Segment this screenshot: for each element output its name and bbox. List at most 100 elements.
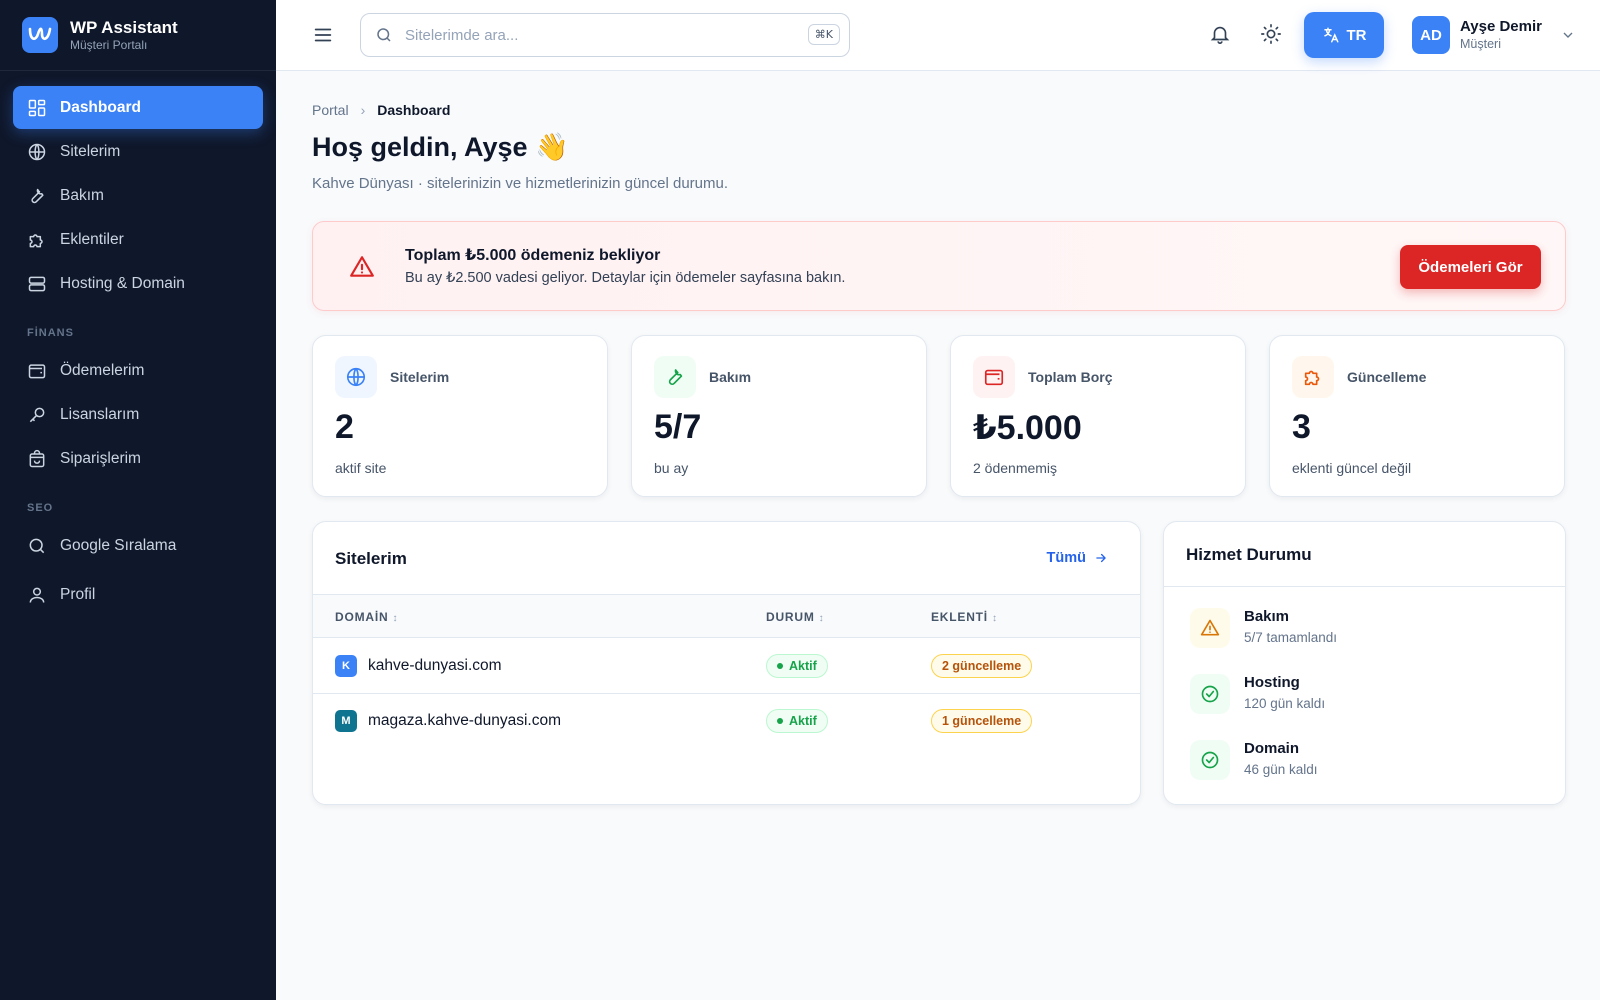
sidebar-item-label: Eklentiler [60, 230, 124, 248]
check-circle-icon [1190, 740, 1230, 780]
search-icon [377, 28, 391, 42]
top-header: ⌘K TR AD Ayşe Demir Müşteri [276, 0, 1600, 71]
brand[interactable]: WP Assistant Müşteri Portalı [0, 0, 276, 71]
stat-value: 3 [1292, 408, 1311, 446]
stat-label: Güncelleme [1347, 369, 1427, 385]
sidebar-item-label: Google Sıralama [60, 536, 177, 554]
chevron-down-icon [1563, 32, 1573, 38]
wrench-icon [654, 356, 696, 398]
status-badge: Aktif [766, 654, 828, 678]
sidebar: WP Assistant Müşteri Portalı Dashboard S… [0, 0, 276, 1000]
sidebar-item-label: Ödemelerim [60, 361, 145, 379]
sidebar-item-bakim[interactable]: Bakım [13, 174, 263, 217]
check-circle-icon [1190, 674, 1230, 714]
column-header-domain[interactable]: DOMAİN ↕ [335, 610, 398, 624]
nav-section-finance: FİNANS [27, 327, 74, 339]
status-badge: Aktif [766, 709, 828, 733]
sidebar-item-dashboard[interactable]: Dashboard [13, 86, 263, 129]
breadcrumb-root[interactable]: Portal [312, 102, 349, 118]
stat-sub: 2 ödenmemiş [973, 460, 1058, 476]
service-sub: 46 gün kaldı [1244, 762, 1318, 777]
domain-initial-badge: K [335, 655, 357, 677]
user-name: Ayşe Demir [1460, 18, 1542, 35]
stat-card-updates[interactable]: Güncelleme 3 eklenti güncel değil [1269, 335, 1565, 497]
arrow-right-icon [1096, 553, 1106, 563]
sidebar-item-profil[interactable]: Profil [13, 573, 263, 616]
sidebar-item-label: Hosting & Domain [60, 274, 185, 292]
bag-icon [29, 449, 45, 467]
globe-icon [335, 356, 377, 398]
search-shortcut-badge: ⌘K [807, 24, 840, 45]
puzzle-icon [1292, 356, 1334, 398]
warning-icon [350, 256, 374, 277]
stat-card-maintenance[interactable]: Bakım 5/7 bu ay [631, 335, 927, 497]
alert-text: Bu ay ₺2.500 vadesi geliyor. Detaylar iç… [405, 270, 846, 286]
stat-card-debt[interactable]: Toplam Borç ₺5.000 2 ödenmemiş [950, 335, 1246, 497]
sidebar-item-hosting-domain[interactable]: Hosting & Domain [13, 262, 263, 305]
alert-title: Toplam ₺5.000 ödemeniz bekliyor [405, 247, 661, 264]
domain-name[interactable]: kahve-dunyasi.com [368, 657, 502, 675]
stat-sub: aktif site [335, 460, 387, 476]
service-sub: 5/7 tamamlandı [1244, 630, 1338, 645]
user-role: Müşteri [1460, 37, 1501, 51]
brand-subtitle: Müşteri Portalı [70, 38, 148, 52]
sort-icon: ↕ [392, 613, 399, 624]
service-item-hosting[interactable]: Hosting 120 gün kaldı [1190, 672, 1530, 718]
sidebar-item-lisanslarim[interactable]: Lisanslarım [13, 393, 263, 436]
sidebar-item-eklentiler[interactable]: Eklentiler [13, 218, 263, 261]
sidebar-item-label: Siparişlerim [60, 449, 141, 467]
user-menu[interactable]: AD Ayşe Demir Müşteri [1412, 16, 1576, 54]
sidebar-item-sitelerim[interactable]: Sitelerim [13, 130, 263, 173]
stat-card-sites[interactable]: Sitelerim 2 aktif site [312, 335, 608, 497]
plugin-update-badge: 2 güncelleme [931, 654, 1033, 678]
service-title: Domain [1244, 740, 1300, 757]
search-box: ⌘K [360, 13, 850, 57]
see-all-label: Tümü [1046, 550, 1086, 566]
domain-name[interactable]: magaza.kahve-dunyasi.com [368, 712, 561, 730]
sidebar-item-label: Lisanslarım [60, 405, 140, 423]
nav-section-seo: SEO [27, 502, 54, 514]
wallet-icon [28, 363, 46, 378]
sidebar-item-label: Bakım [60, 186, 104, 204]
stat-sub: bu ay [654, 460, 689, 476]
sidebar-item-google-siralama[interactable]: Google Sıralama [13, 524, 263, 567]
service-title: Bakım [1244, 608, 1290, 625]
table-row[interactable]: K kahve-dunyasi.com Aktif 2 güncelleme [313, 639, 1140, 694]
stat-value: 2 [335, 408, 354, 446]
service-title: Hosting [1244, 674, 1300, 691]
service-status-card: Hizmet Durumu Bakım 5/7 tamamlandı Hosti… [1163, 521, 1566, 805]
service-card-title: Hizmet Durumu [1186, 545, 1312, 564]
search-input[interactable] [405, 26, 785, 44]
language-button[interactable]: TR [1304, 12, 1384, 58]
column-header-plugins[interactable]: EKLENTİ ↕ [931, 610, 998, 624]
brand-title: WP Assistant [70, 18, 178, 37]
page-title: Hoş geldin, Ayşe 👋 [312, 132, 569, 162]
column-header-status[interactable]: DURUM ↕ [766, 610, 824, 624]
translate-icon [1323, 27, 1338, 43]
plugin-update-badge: 1 güncelleme [931, 709, 1033, 733]
view-payments-button[interactable]: Ödemeleri Gör [1400, 245, 1541, 289]
sidebar-item-siparislerim[interactable]: Siparişlerim [13, 437, 263, 480]
sidebar-item-label: Dashboard [60, 98, 141, 116]
sidebar-nav: Dashboard Sitelerim Bakım Eklentiler Hos… [0, 71, 276, 616]
hamburger-menu-icon[interactable] [312, 24, 334, 46]
sort-icon: ↕ [818, 613, 825, 624]
key-icon [29, 407, 45, 422]
breadcrumb-current: Dashboard [377, 102, 451, 118]
bell-icon[interactable] [1209, 23, 1233, 47]
sites-card-title: Sitelerim [335, 549, 407, 568]
service-item-maintenance[interactable]: Bakım 5/7 tamamlandı [1190, 606, 1530, 652]
see-all-link[interactable]: Tümü [1047, 550, 1108, 566]
language-label: TR [1346, 26, 1367, 44]
avatar: AD [1412, 16, 1450, 54]
sort-icon: ↕ [991, 613, 998, 624]
service-item-domain[interactable]: Domain 46 gün kaldı [1190, 738, 1530, 784]
sun-icon[interactable] [1260, 23, 1284, 47]
sidebar-item-label: Profil [60, 585, 96, 603]
sidebar-item-odemelerim[interactable]: Ödemelerim [13, 349, 263, 392]
service-sub: 120 gün kaldı [1244, 696, 1326, 711]
stat-value: ₺5.000 [973, 409, 1082, 447]
table-header: DOMAİN ↕ DURUM ↕ EKLENTİ ↕ [313, 594, 1140, 638]
table-row[interactable]: M magaza.kahve-dunyasi.com Aktif 1 günce… [313, 694, 1140, 749]
stats-row: Sitelerim 2 aktif site Bakım 5/7 bu ay T… [312, 335, 1565, 497]
